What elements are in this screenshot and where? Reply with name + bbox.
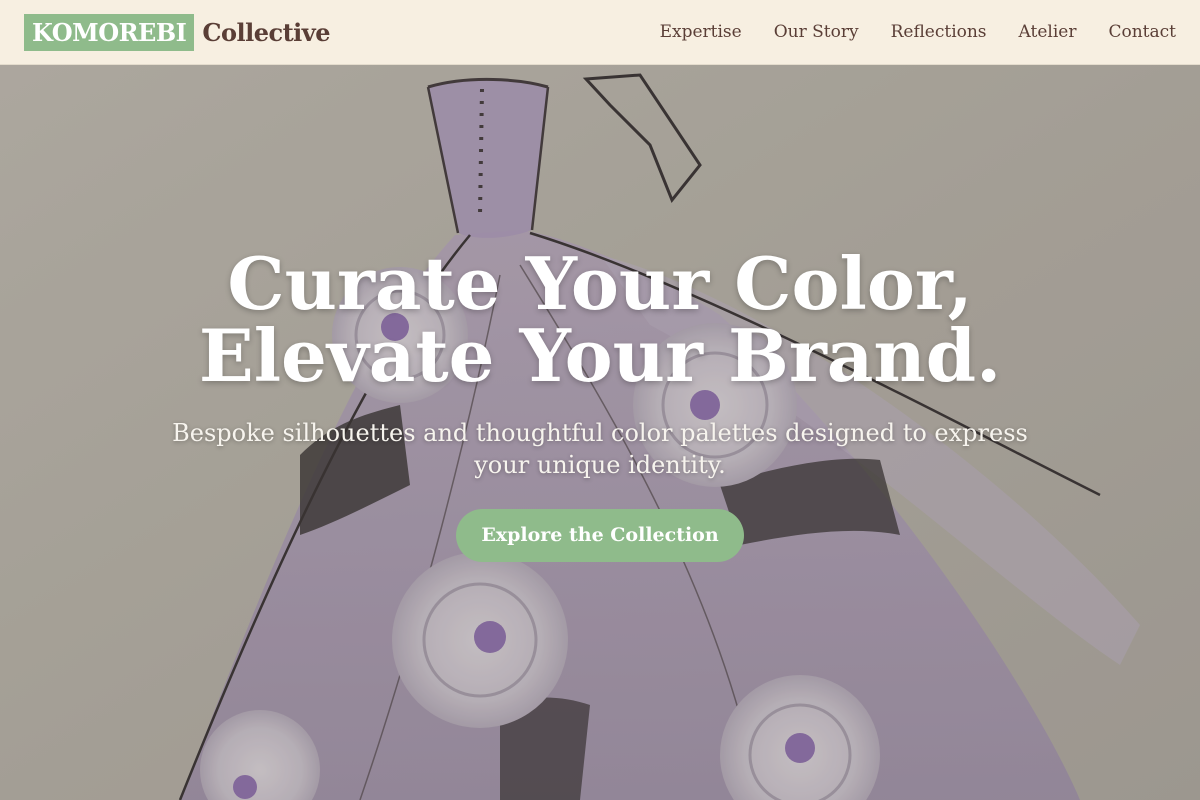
site-header: KOMOREBI Collective Expertise Our Story …	[0, 0, 1200, 65]
nav-link-our-story[interactable]: Our Story	[774, 22, 859, 42]
nav-link-atelier[interactable]: Atelier	[1019, 22, 1077, 42]
nav-link-expertise[interactable]: Expertise	[660, 22, 742, 42]
main-nav: Expertise Our Story Reflections Atelier …	[660, 22, 1176, 42]
hero-content: Curate Your Color, Elevate Your Brand. B…	[0, 65, 1200, 800]
nav-link-reflections[interactable]: Reflections	[891, 22, 987, 42]
explore-collection-button[interactable]: Explore the Collection	[456, 509, 744, 562]
hero-section: Curate Your Color, Elevate Your Brand. B…	[0, 65, 1200, 800]
hero-title-line-2: Elevate Your Brand.	[198, 313, 1002, 398]
brand-wordmark: Collective	[202, 17, 330, 47]
brand-logo[interactable]: KOMOREBI Collective	[24, 13, 330, 51]
hero-title: Curate Your Color, Elevate Your Brand.	[0, 248, 1200, 392]
hero-subtitle: Bespoke silhouettes and thoughtful color…	[172, 419, 1028, 479]
brand-mark: KOMOREBI	[24, 13, 195, 51]
nav-link-contact[interactable]: Contact	[1108, 22, 1176, 42]
hero-title-line-1: Curate Your Color,	[227, 241, 973, 326]
